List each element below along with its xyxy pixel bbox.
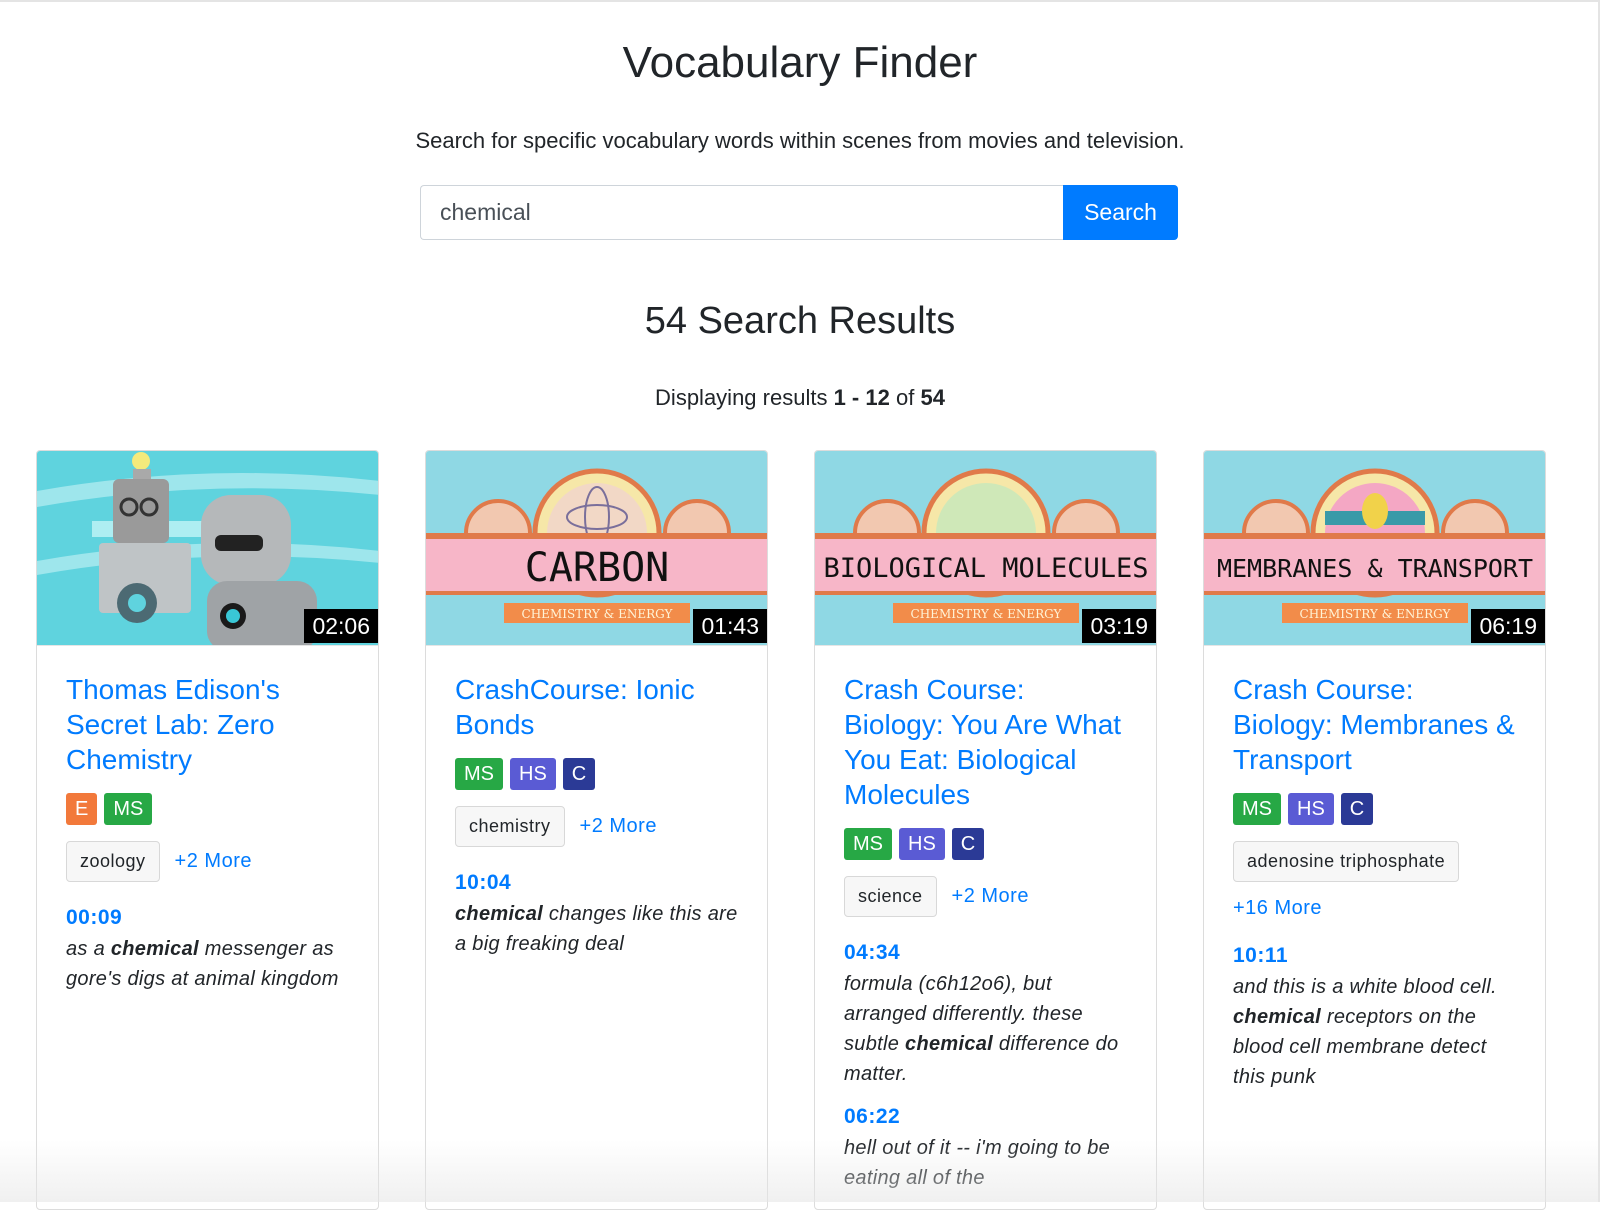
- search-button[interactable]: Search: [1063, 185, 1178, 240]
- grade-badge-ms: MS: [455, 758, 503, 790]
- results-info-of: of: [895, 385, 915, 410]
- video-title-link[interactable]: Thomas Edison's Secret Lab: Zero Chemist…: [66, 672, 349, 777]
- video-title-link[interactable]: CrashCourse: Ionic Bonds: [455, 672, 738, 742]
- tag-list: adenosine triphosphate: [1233, 841, 1516, 882]
- timestamp-link[interactable]: 10:11: [1233, 944, 1516, 968]
- grade-badge-hs: HS: [1288, 793, 1334, 825]
- video-thumbnail[interactable]: 02:06: [37, 451, 378, 646]
- timestamp-link[interactable]: 04:34: [844, 941, 1127, 965]
- more-tags-link[interactable]: +2 More: [580, 815, 657, 838]
- search-bar: Search: [420, 185, 1178, 240]
- card-body: CrashCourse: Ionic Bonds MS HS C chemist…: [426, 646, 767, 959]
- card-body: Crash Course: Biology: You Are What You …: [815, 646, 1156, 1193]
- transcript-snippet: 04:34 formula (c6h12o6), but arranged di…: [844, 941, 1127, 1089]
- tag-list: science +2 More: [844, 876, 1127, 917]
- video-title-link[interactable]: Crash Course: Biology: You Are What You …: [844, 672, 1127, 812]
- grade-badge-ms: MS: [1233, 793, 1281, 825]
- transcript-quote: formula (c6h12o6), but arranged differen…: [844, 973, 1119, 1085]
- transcript-quote: chemical changes like this are a big fre…: [455, 903, 738, 955]
- transcript-snippet: 06:22 hell out of it -- i'm going to be …: [844, 1105, 1127, 1193]
- grade-badge-hs: HS: [899, 828, 945, 860]
- result-card: MEMBRANES & TRANSPORT CHEMISTRY & ENERGY…: [1203, 450, 1546, 1210]
- timestamp-link[interactable]: 06:22: [844, 1105, 1127, 1129]
- grade-badge-hs: HS: [510, 758, 556, 790]
- tag-list: chemistry +2 More: [455, 806, 738, 847]
- result-card: CARBON CHEMISTRY & ENERGY 01:43 CrashCou…: [425, 450, 768, 1210]
- tag-chip[interactable]: zoology: [66, 841, 160, 882]
- tag-chip[interactable]: adenosine triphosphate: [1233, 841, 1460, 882]
- grade-badges: MS HS C: [1233, 793, 1516, 825]
- video-duration: 03:19: [1082, 609, 1156, 643]
- grade-badge-c: C: [951, 828, 985, 860]
- video-duration: 02:06: [304, 609, 378, 643]
- tag-list: zoology +2 More: [66, 841, 349, 882]
- results-total: 54: [920, 385, 945, 410]
- more-tags-link[interactable]: +2 More: [952, 885, 1029, 908]
- results-range: 1 - 12: [833, 385, 890, 410]
- transcript-snippet: 10:11 and this is a white blood cell. ch…: [1233, 944, 1516, 1092]
- card-body: Crash Course: Biology: Membranes & Trans…: [1204, 646, 1545, 1092]
- video-title-link[interactable]: Crash Course: Biology: Membranes & Trans…: [1233, 672, 1516, 777]
- timestamp-link[interactable]: 00:09: [66, 906, 349, 930]
- results-info-prefix: Displaying results: [655, 385, 828, 410]
- svg-text:CHEMISTRY & ENERGY: CHEMISTRY & ENERGY: [1300, 607, 1452, 621]
- video-thumbnail[interactable]: CARBON CHEMISTRY & ENERGY 01:43: [426, 451, 767, 646]
- grade-badge-e: E: [66, 793, 98, 825]
- svg-text:CHEMISTRY & ENERGY: CHEMISTRY & ENERGY: [911, 607, 1063, 621]
- transcript-snippet: 10:04 chemical changes like this are a b…: [455, 871, 738, 959]
- result-card: 02:06 Thomas Edison's Secret Lab: Zero C…: [36, 450, 379, 1210]
- svg-text:MEMBRANES & TRANSPORT: MEMBRANES & TRANSPORT: [1217, 554, 1533, 583]
- transcript-quote: hell out of it -- i'm going to be eating…: [844, 1137, 1111, 1189]
- grade-badge-c: C: [562, 758, 596, 790]
- more-tags-link[interactable]: +16 More: [1233, 897, 1322, 919]
- results-info: Displaying results 1 - 12 of 54: [0, 385, 1600, 411]
- grade-badge-ms: MS: [844, 828, 892, 860]
- grade-badges: MS HS C: [844, 828, 1127, 860]
- svg-text:CARBON: CARBON: [525, 545, 670, 591]
- results-heading: 54 Search Results: [644, 300, 956, 342]
- video-duration: 06:19: [1471, 609, 1545, 643]
- page-subtitle: Search for specific vocabulary words wit…: [415, 128, 1185, 153]
- transcript-quote: as a chemical messenger as gore's digs a…: [66, 938, 339, 990]
- video-thumbnail[interactable]: MEMBRANES & TRANSPORT CHEMISTRY & ENERGY…: [1204, 451, 1545, 646]
- tag-chip[interactable]: science: [844, 876, 937, 917]
- result-card: BIOLOGICAL MOLECULES CHEMISTRY & ENERGY …: [814, 450, 1157, 1210]
- transcript-snippet: 00:09 as a chemical messenger as gore's …: [66, 906, 349, 994]
- grade-badge-ms: MS: [104, 793, 153, 825]
- more-tags-link[interactable]: +2 More: [175, 850, 252, 873]
- transcript-quote: and this is a white blood cell. chemical…: [1233, 976, 1497, 1088]
- more-tags-row: +16 More: [1233, 897, 1516, 920]
- svg-text:CHEMISTRY & ENERGY: CHEMISTRY & ENERGY: [522, 607, 674, 621]
- grade-badges: MS HS C: [455, 758, 738, 790]
- svg-text:BIOLOGICAL MOLECULES: BIOLOGICAL MOLECULES: [823, 553, 1148, 584]
- card-body: Thomas Edison's Secret Lab: Zero Chemist…: [37, 646, 378, 994]
- tag-chip[interactable]: chemistry: [455, 806, 565, 847]
- timestamp-link[interactable]: 10:04: [455, 871, 738, 895]
- video-duration: 01:43: [693, 609, 767, 643]
- video-thumbnail[interactable]: BIOLOGICAL MOLECULES CHEMISTRY & ENERGY …: [815, 451, 1156, 646]
- search-input[interactable]: [420, 185, 1063, 240]
- page-title: Vocabulary Finder: [622, 38, 978, 87]
- grade-badge-c: C: [1340, 793, 1374, 825]
- grade-badges: E MS: [66, 793, 349, 825]
